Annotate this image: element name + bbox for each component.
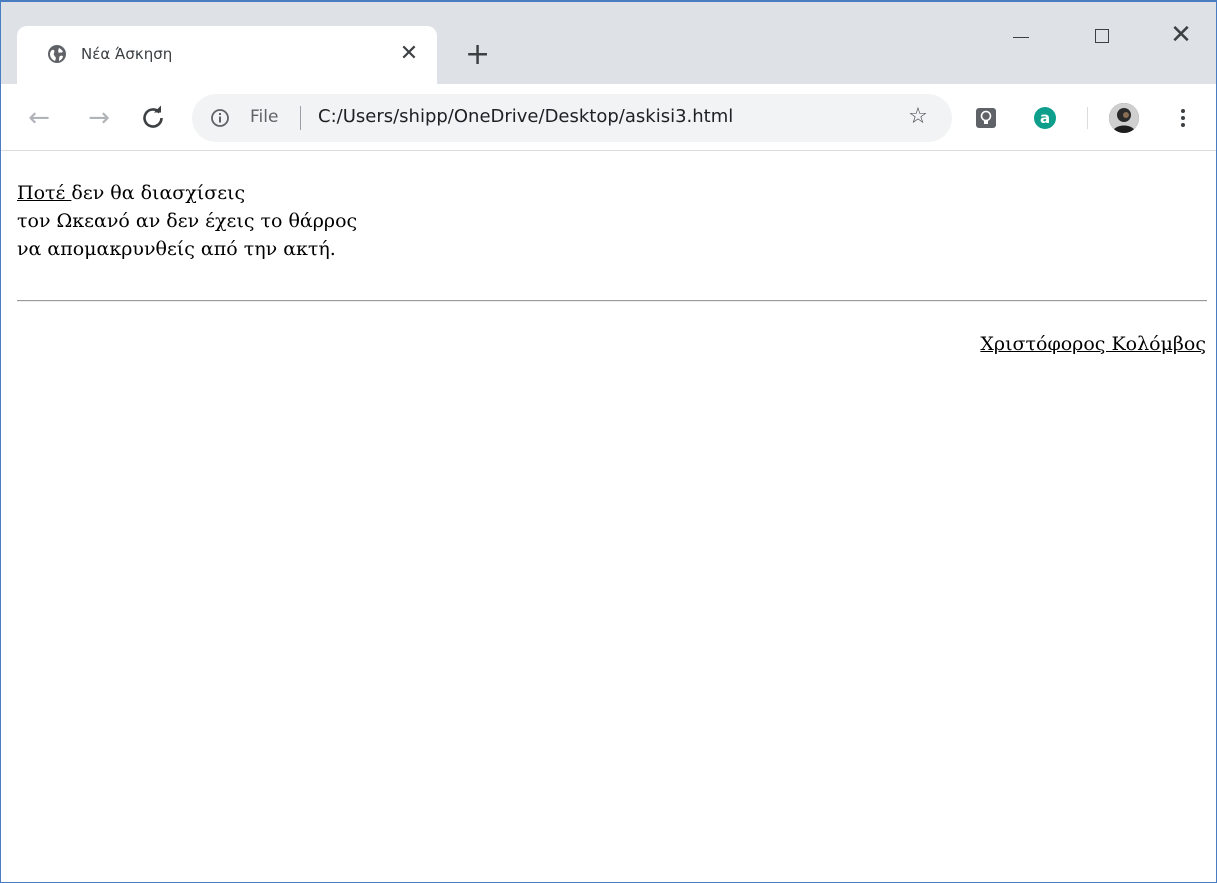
a-extension-icon[interactable]: a	[1033, 106, 1057, 130]
maximize-icon[interactable]	[1087, 20, 1117, 50]
reload-icon[interactable]	[139, 104, 167, 132]
bookmark-star-icon[interactable]: ☆	[906, 105, 930, 129]
minimize-icon[interactable]	[1006, 20, 1036, 50]
profile-avatar[interactable]	[1109, 103, 1139, 133]
back-arrow-icon[interactable]: ←	[25, 104, 53, 132]
new-tab-icon[interactable]: +	[465, 40, 490, 70]
address-bar[interactable]: File C:/Users/shipp/OneDrive/Desktop/ask…	[192, 94, 952, 142]
browser-window: Νέα Άσκηση ✕ + ✕ ← → File C:/Users/shipp…	[0, 0, 1217, 883]
active-tab[interactable]: Νέα Άσκηση ✕	[17, 26, 437, 84]
author-link[interactable]: Χριστόφορος Κολόμβος	[980, 333, 1206, 355]
poem-line-2: τον Ωκεανό αν δεν έχεις το θάρρος	[17, 210, 358, 232]
lightbulb-extension-icon[interactable]	[974, 106, 998, 130]
poem-text: Ποτέ δεν θα διασχίσεις τον Ωκεανό αν δεν…	[17, 179, 357, 263]
poem-line-1: Ποτέ δεν θα διασχίσεις	[17, 179, 357, 207]
browser-toolbar: ← → File C:/Users/shipp/OneDrive/Desktop…	[1, 84, 1216, 151]
poem-line-3: να απομακρυνθείς από την ακτή.	[17, 238, 336, 260]
window-close-icon[interactable]: ✕	[1166, 20, 1196, 50]
omnibox-divider	[300, 106, 301, 130]
kebab-menu-icon[interactable]	[1171, 104, 1195, 132]
page-viewport: Ποτέ δεν θα διασχίσεις τον Ωκεανό αν δεν…	[1, 151, 1216, 882]
tab-close-icon[interactable]: ✕	[399, 43, 419, 65]
scheme-label: File	[250, 107, 279, 127]
horizontal-rule	[17, 300, 1207, 302]
poem-line-1-rest: δεν θα διασχίσεις	[71, 182, 246, 204]
profile-avatar-image	[1109, 103, 1139, 133]
url-text[interactable]: C:/Users/shipp/OneDrive/Desktop/askisi3.…	[318, 106, 733, 127]
info-icon[interactable]	[210, 108, 230, 128]
poem-link[interactable]: Ποτέ	[17, 182, 71, 204]
forward-arrow-icon[interactable]: →	[85, 104, 113, 132]
globe-icon	[48, 45, 66, 63]
tab-strip: Νέα Άσκηση ✕ + ✕	[1, 2, 1216, 84]
tab-title: Νέα Άσκηση	[81, 45, 173, 63]
toolbar-separator	[1087, 107, 1088, 129]
svg-text:a: a	[1040, 109, 1050, 127]
